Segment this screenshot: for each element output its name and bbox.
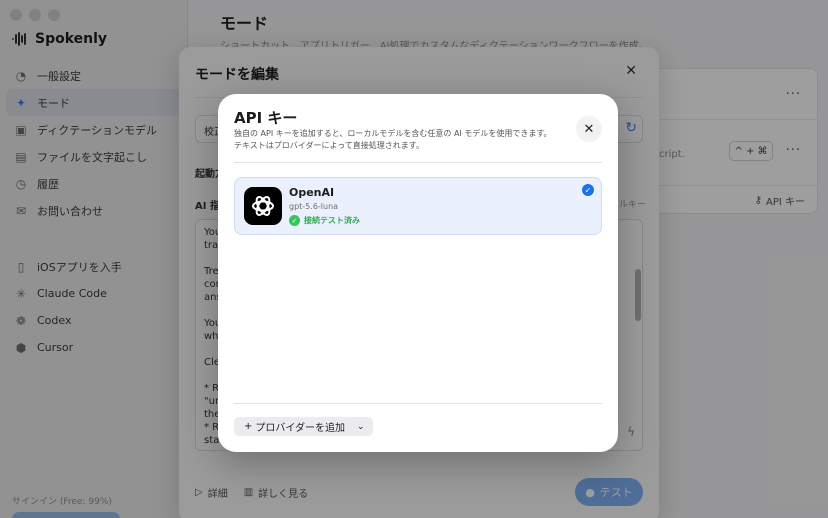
chevron-down-icon[interactable]: ⌄ bbox=[353, 422, 373, 432]
description-line: 独自の API キーを追加すると、ローカルモデルを含む任意の AI モデルを使用… bbox=[234, 129, 552, 138]
add-provider-label: プロバイダーを追加 bbox=[255, 423, 345, 434]
plus-icon: + bbox=[244, 421, 253, 432]
provider-card-openai[interactable]: OpenAI gpt-5.6-luna ✓ 接続テスト済み ✓ bbox=[234, 177, 602, 235]
api-key-modal: API キー 独自の API キーを追加すると、ローカルモデルを含む任意の AI… bbox=[218, 94, 618, 452]
close-button[interactable]: ✕ bbox=[576, 116, 602, 142]
modal-title: API キー bbox=[234, 109, 298, 127]
selected-check-icon: ✓ bbox=[582, 184, 594, 196]
add-provider-main[interactable]: + プロバイダーを追加 bbox=[234, 419, 353, 434]
status-label: 接続テスト済み bbox=[304, 216, 360, 225]
divider bbox=[234, 403, 602, 404]
provider-model: gpt-5.6-luna bbox=[289, 202, 339, 211]
close-icon: ✕ bbox=[583, 121, 595, 137]
add-provider-button[interactable]: + プロバイダーを追加 ⌄ bbox=[234, 417, 373, 436]
provider-name: OpenAI bbox=[289, 186, 335, 199]
check-circle-icon: ✓ bbox=[289, 215, 300, 226]
openai-logo-icon bbox=[244, 187, 282, 225]
modal-description: 独自の API キーを追加すると、ローカルモデルを含む任意の AI モデルを使用… bbox=[234, 128, 564, 152]
connection-status: ✓ 接続テスト済み bbox=[289, 215, 360, 226]
divider bbox=[234, 162, 602, 163]
description-line: テキストはプロバイダーによって直接処理されます。 bbox=[234, 141, 424, 150]
